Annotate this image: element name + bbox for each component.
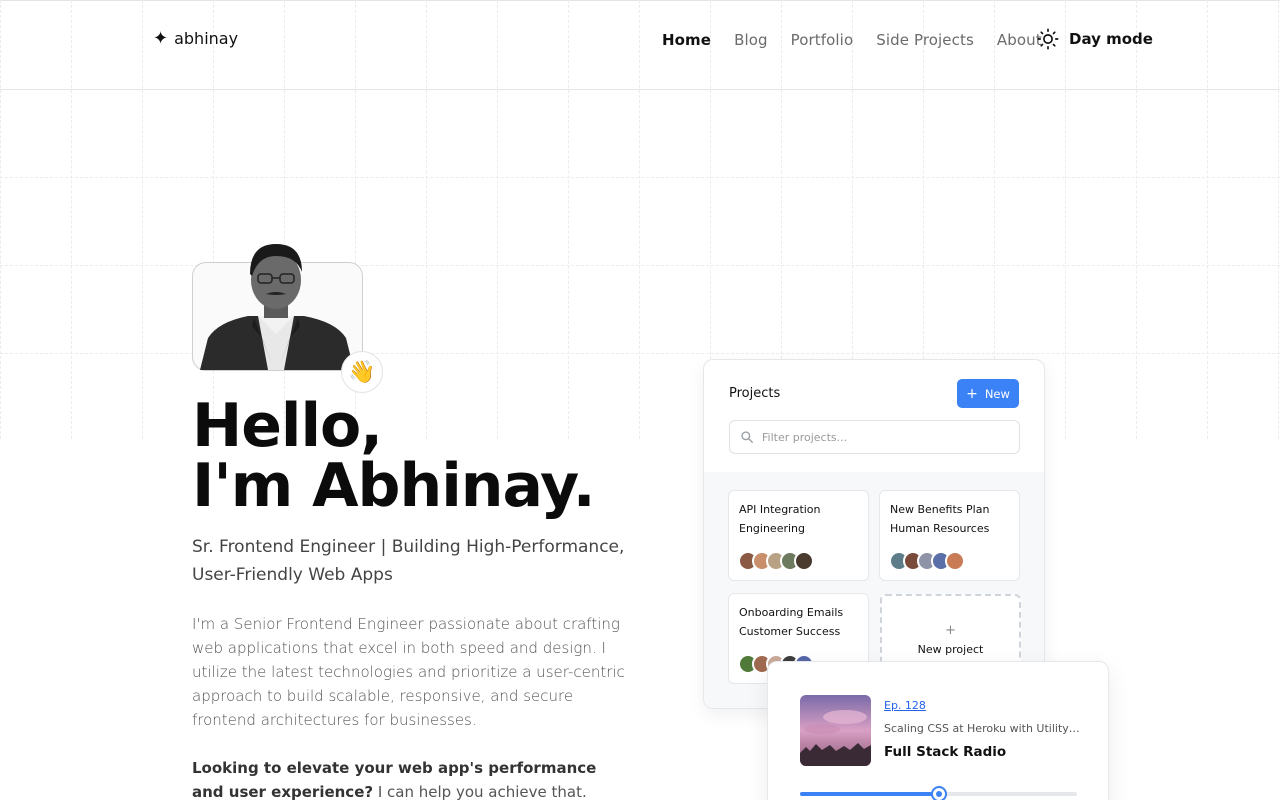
progress-fill [800, 792, 939, 796]
plus-icon: + [966, 385, 978, 402]
hero-greeting-line1: Hello, [192, 391, 383, 461]
new-project-button[interactable]: + New [957, 379, 1019, 408]
filter-box [729, 420, 1020, 454]
new-project-label: New project [917, 643, 984, 656]
theme-label: Day mode [1069, 30, 1153, 48]
plus-icon: + [945, 623, 956, 638]
project-name: New Benefits Plan [890, 503, 990, 516]
playback-progress-slider[interactable] [800, 786, 1077, 800]
new-button-label: New [984, 386, 1010, 401]
episode-number-link[interactable]: Ep. 128 [884, 699, 926, 712]
logo-text: abhinay [174, 29, 239, 48]
project-name: Onboarding Emails [739, 606, 844, 619]
sparkle-icon: ✦ [153, 27, 169, 49]
hero-cta: Looking to elevate your web app's perfor… [192, 756, 632, 800]
site-header: ✦ abhinay Home Blog Portfolio Side Proje… [0, 0, 1280, 89]
wave-emoji-badge: 👋 [341, 351, 383, 393]
logo-link[interactable]: ✦ abhinay [153, 29, 238, 48]
nav-blog[interactable]: Blog [734, 31, 768, 49]
main-nav: Home Blog Portfolio Side Projects About [662, 31, 1065, 49]
nav-portfolio[interactable]: Portfolio [791, 31, 854, 49]
filter-projects-input[interactable] [762, 430, 1002, 444]
project-team: Engineering [739, 522, 805, 535]
projects-title: Projects [729, 386, 781, 401]
member-avatars [889, 551, 965, 571]
hero-subtitle: Sr. Frontend Engineer | Building High-Pe… [192, 537, 625, 585]
podcast-player-card: Ep. 128 Scaling CSS at Heroku with Utili… [767, 661, 1109, 800]
theme-toggle[interactable]: Day mode [1037, 28, 1153, 50]
podcast-cover-image [800, 695, 871, 766]
sun-icon [1037, 28, 1059, 50]
projects-panel: Projects + New API Integration Engineeri… [703, 359, 1045, 709]
hero-heading: Hello, I'm Abhinay. [192, 391, 596, 521]
project-card[interactable]: API Integration Engineering [728, 490, 869, 581]
hero-greeting-line2: I'm Abhinay. [192, 451, 596, 521]
project-card[interactable]: New Benefits Plan Human Resources [879, 490, 1020, 581]
project-team: Human Resources [890, 522, 990, 535]
progress-handle[interactable] [930, 786, 947, 800]
project-name: API Integration [739, 503, 821, 516]
nav-home[interactable]: Home [662, 31, 711, 49]
member-avatars [738, 551, 814, 571]
podcast-show-name: Full Stack Radio [884, 744, 1007, 760]
nav-about[interactable]: About [997, 31, 1042, 49]
cta-rest: I can help you achieve that. [373, 783, 587, 800]
nav-side-projects[interactable]: Side Projects [876, 31, 974, 49]
project-team: Customer Success [739, 625, 841, 638]
hero-intro: I'm a Senior Frontend Engineer passionat… [192, 615, 625, 729]
avatar [196, 238, 356, 370]
episode-title: Scaling CSS at Heroku with Utility Class… [884, 722, 1080, 735]
search-icon [741, 431, 753, 443]
